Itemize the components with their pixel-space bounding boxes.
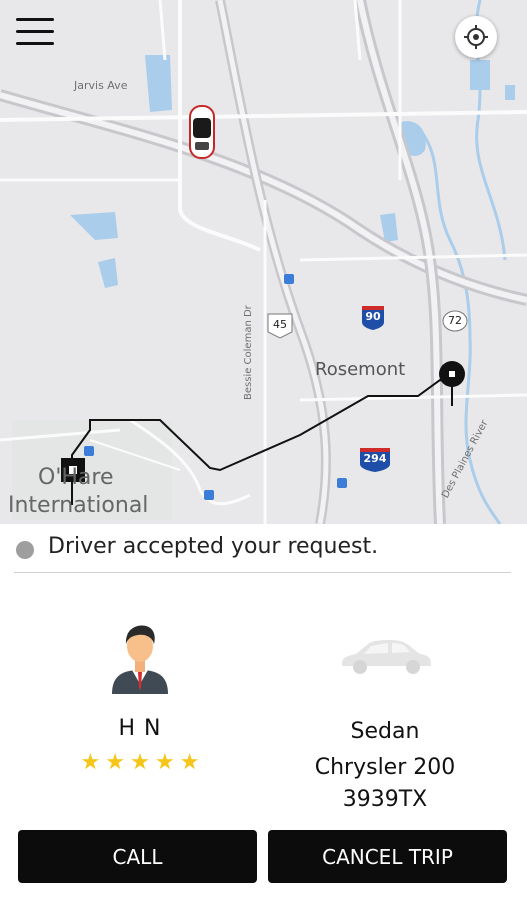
- status-text: Driver accepted your request.: [48, 534, 379, 559]
- star-icon: ★: [80, 750, 101, 775]
- hamburger-icon: [16, 18, 54, 21]
- i294-shield-label: 294: [363, 452, 387, 465]
- vehicle-type: Sedan: [350, 719, 420, 744]
- my-location-button[interactable]: [455, 16, 497, 58]
- star-icon: ★: [154, 750, 175, 775]
- hamburger-icon-bar: [16, 30, 54, 33]
- driver-avatar: [108, 620, 172, 694]
- status-dot-icon: [16, 541, 34, 559]
- i90-shield-label: 90: [365, 310, 381, 323]
- map-label-ohare-2: International: [8, 493, 149, 518]
- vehicle-icon: [338, 636, 433, 676]
- driver-name: H N: [118, 716, 162, 741]
- star-icon: ★: [105, 750, 126, 775]
- sedan-icon: [342, 640, 431, 674]
- map-label-ohare-1: O'Hare: [38, 465, 114, 490]
- hamburger-icon-bar: [16, 42, 54, 45]
- vehicle-plate: 3939TX: [342, 787, 428, 812]
- call-button[interactable]: CALL: [18, 830, 257, 883]
- crosshair-icon: [464, 25, 488, 49]
- vehicle-model: Chrysler 200: [314, 755, 456, 780]
- map-label-rosemont: Rosemont: [315, 359, 406, 380]
- map-label-jarvis-ave: Jarvis Ave: [74, 79, 128, 92]
- car-icon: [189, 105, 215, 159]
- us45-shield-label: 45: [273, 318, 287, 331]
- menu-button[interactable]: [16, 18, 54, 52]
- rt72-shield-label: 72: [448, 314, 462, 327]
- divider: [14, 572, 511, 573]
- star-icon: ★: [130, 750, 150, 775]
- map-label-bessie-coleman: Bessie Coleman Dr: [243, 305, 254, 400]
- driver-rating: ★ ★ ★ ★ ★: [40, 750, 240, 775]
- cancel-trip-button[interactable]: CANCEL TRIP: [268, 830, 507, 883]
- driver-avatar-icon: [112, 625, 168, 694]
- trip-status: Driver accepted your request.: [0, 524, 527, 574]
- star-icon: ★: [179, 750, 200, 775]
- map-view[interactable]: Jarvis Ave Rosemont O'Hare International…: [0, 0, 527, 524]
